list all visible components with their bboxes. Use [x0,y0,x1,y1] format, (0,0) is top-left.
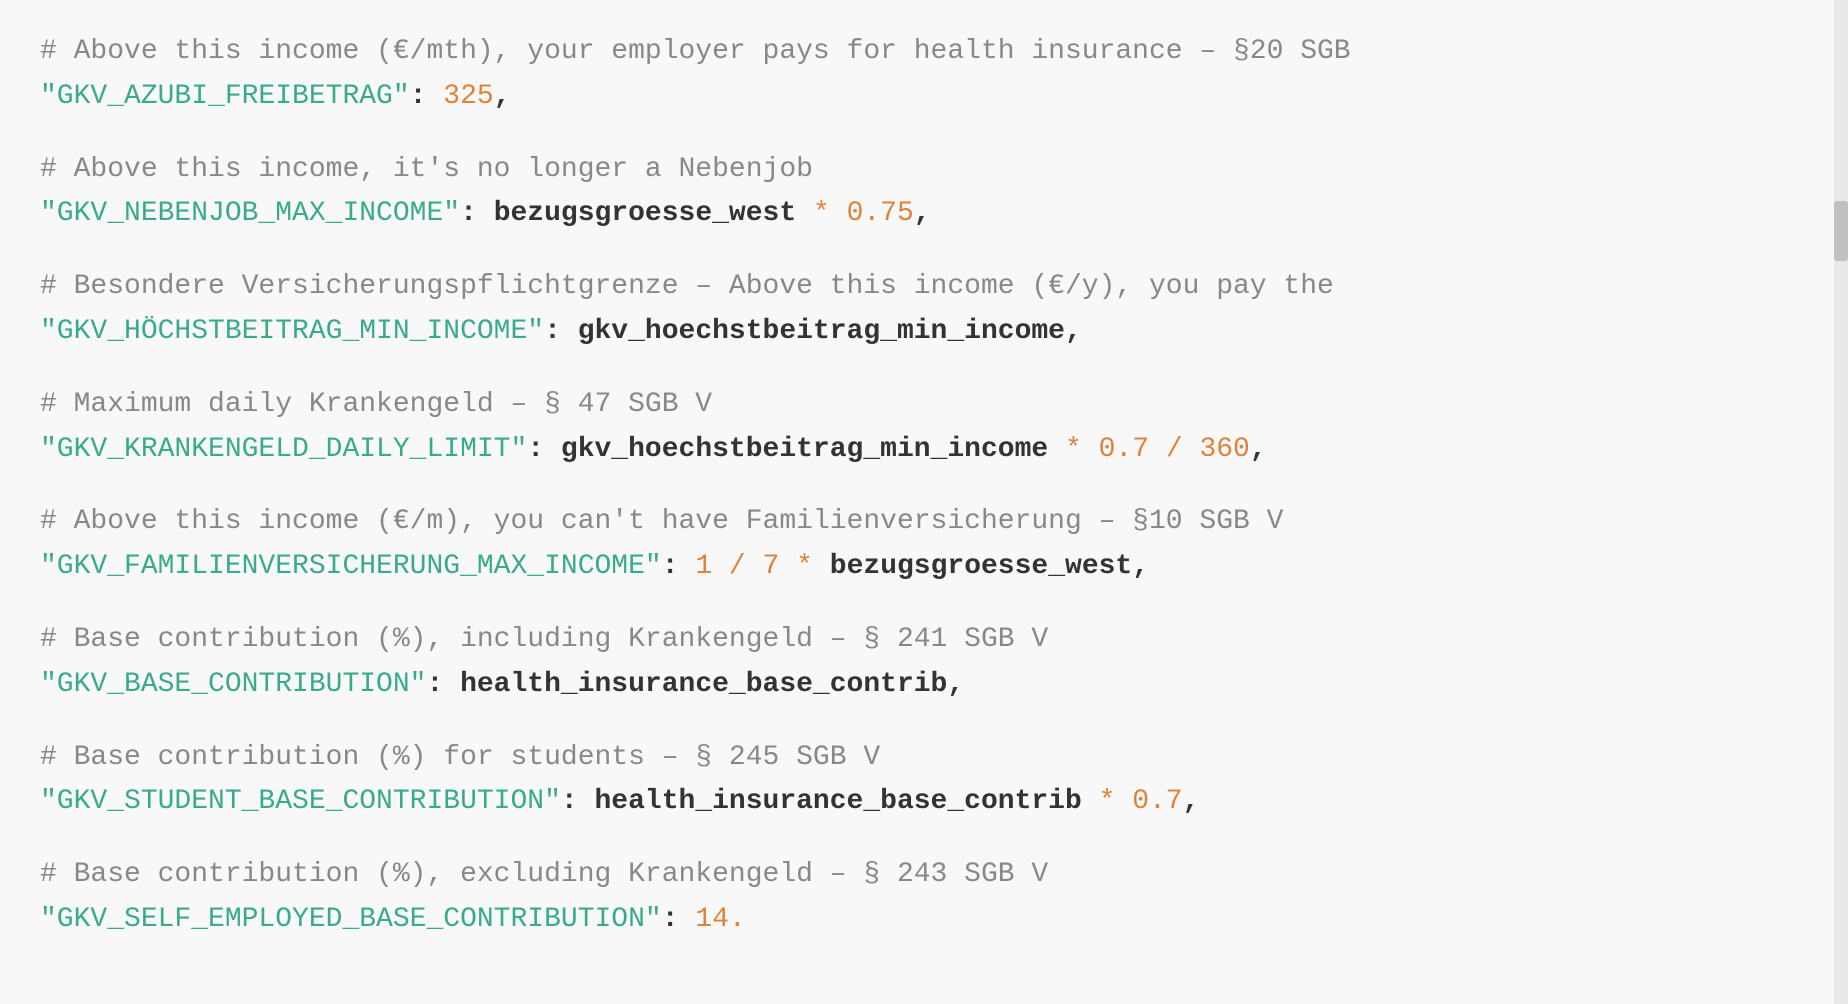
code-value: 7 [763,551,780,582]
code-line: "GKV_NEBENJOB_MAX_INCOME": bezugsgroesse… [40,192,1808,237]
code-key: "GKV_HÖCHSTBEITRAG_MIN_INCOME" [40,316,544,347]
code-key: "GKV_BASE_CONTRIBUTION" [40,669,426,700]
code-value: , [914,198,931,229]
comment-line: # Above this income (€/mth), your employ… [40,30,1808,75]
code-value: , [494,81,511,112]
code-line: "GKV_BASE_CONTRIBUTION": health_insuranc… [40,663,1808,708]
code-value: * [796,198,846,229]
code-value: * [1048,434,1098,465]
code-line: "GKV_KRANKENGELD_DAILY_LIMIT": gkv_hoech… [40,428,1808,473]
code-value: 0.7 [1132,786,1182,817]
scrollbar[interactable] [1834,0,1848,1004]
code-value: , [1183,786,1200,817]
code-key: "GKV_STUDENT_BASE_CONTRIBUTION" [40,786,561,817]
code-value: 360 [1199,434,1249,465]
empty-line [40,120,1808,148]
comment-line: # Above this income (€/m), you can't hav… [40,500,1808,545]
code-value: bezugsgroesse_west [830,551,1132,582]
code-value: , [1250,434,1267,465]
code-line: "GKV_FAMILIENVERSICHERUNG_MAX_INCOME": 1… [40,545,1808,590]
code-editor: # Above this income (€/mth), your employ… [40,30,1808,943]
code-value: health_insurance_base_contrib [460,669,947,700]
empty-line [40,825,1808,853]
code-value: , [1132,551,1149,582]
code-key: "GKV_AZUBI_FREIBETRAG" [40,81,410,112]
comment-line: # Besondere Versicherungspflichtgrenze –… [40,265,1808,310]
code-key: "GKV_KRANKENGELD_DAILY_LIMIT" [40,434,527,465]
comment-line: # Base contribution (%), including Krank… [40,618,1808,663]
code-line: "GKV_SELF_EMPLOYED_BASE_CONTRIBUTION": 1… [40,898,1808,943]
code-value: 0.75 [847,198,914,229]
code-key: "GKV_FAMILIENVERSICHERUNG_MAX_INCOME" [40,551,662,582]
code-key: "GKV_SELF_EMPLOYED_BASE_CONTRIBUTION" [40,904,662,935]
empty-line [40,590,1808,618]
code-value: / [712,551,762,582]
code-value: * [779,551,829,582]
code-value: , [1065,316,1082,347]
comment-line: # Base contribution (%) for students – §… [40,736,1808,781]
code-colon: : [561,786,595,817]
comment-line: # Base contribution (%), excluding Krank… [40,853,1808,898]
code-value: 14. [695,904,745,935]
comment-line: # Above this income, it's no longer a Ne… [40,148,1808,193]
comment-line: # Maximum daily Krankengeld – § 47 SGB V [40,383,1808,428]
empty-line [40,708,1808,736]
code-value: 325 [443,81,493,112]
code-line: "GKV_AZUBI_FREIBETRAG": 325, [40,75,1808,120]
code-colon: : [662,551,696,582]
code-value: gkv_hoechstbeitrag_min_income [578,316,1065,347]
code-colon: : [527,434,561,465]
code-value: gkv_hoechstbeitrag_min_income [561,434,1048,465]
code-colon: : [662,904,696,935]
code-value: , [947,669,964,700]
empty-line [40,355,1808,383]
empty-line [40,472,1808,500]
scrollbar-thumb[interactable] [1834,201,1848,261]
code-colon: : [460,198,494,229]
code-value: 1 [695,551,712,582]
code-value: health_insurance_base_contrib [595,786,1082,817]
code-line: "GKV_STUDENT_BASE_CONTRIBUTION": health_… [40,780,1808,825]
code-colon: : [426,669,460,700]
empty-line [40,237,1808,265]
code-value: * [1082,786,1132,817]
code-colon: : [410,81,444,112]
code-value: bezugsgroesse_west [494,198,796,229]
code-line: "GKV_HÖCHSTBEITRAG_MIN_INCOME": gkv_hoec… [40,310,1808,355]
code-value: 0.7 [1099,434,1149,465]
code-value: / [1149,434,1199,465]
code-key: "GKV_NEBENJOB_MAX_INCOME" [40,198,460,229]
code-colon: : [544,316,578,347]
